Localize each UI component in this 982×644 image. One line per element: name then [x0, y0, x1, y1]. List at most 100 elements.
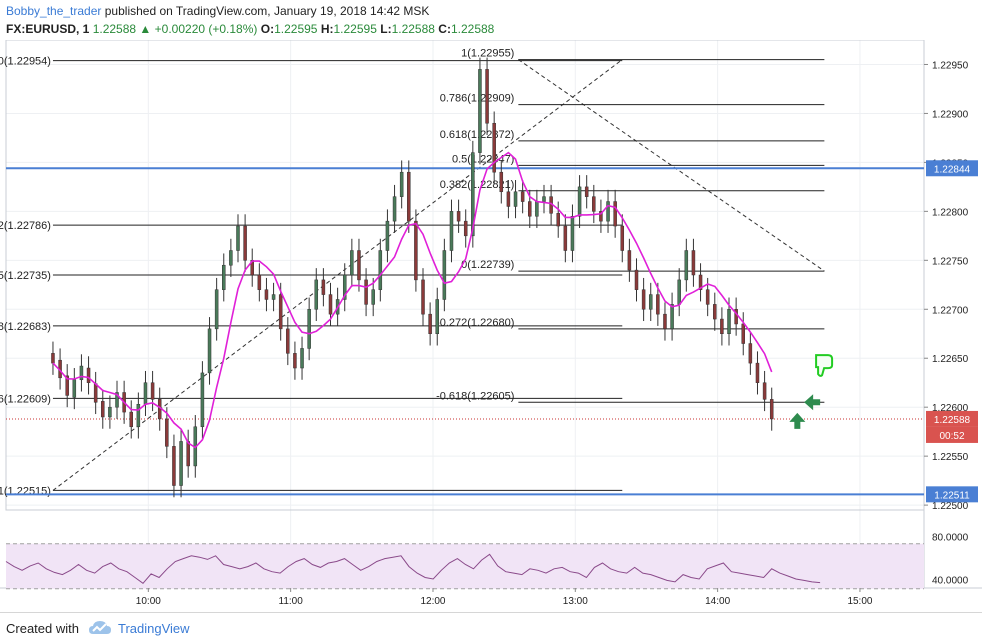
time-tick-label: 12:00 — [420, 596, 445, 607]
candle-body — [435, 299, 439, 334]
author-link[interactable]: Bobby_the_trader — [6, 4, 101, 18]
candle-body — [286, 328, 290, 354]
price-tick-label: 1.22550 — [932, 452, 969, 463]
time-tick-label: 15:00 — [847, 596, 872, 607]
symbol-label[interactable]: FX:EURUSD, 1 — [6, 22, 89, 36]
candle-body — [414, 220, 418, 281]
arrow-up-icon — [789, 412, 806, 429]
candle-body — [691, 250, 696, 276]
candle-body — [278, 294, 283, 330]
candle-body — [478, 69, 482, 153]
candle-body — [186, 441, 190, 467]
candle-body — [577, 186, 582, 217]
candle-body — [407, 171, 411, 222]
candle-body — [748, 343, 753, 364]
candle-body — [648, 294, 653, 310]
candle-body — [727, 309, 731, 335]
publish-text: published on TradingView.com, January 19… — [104, 4, 430, 18]
candle-body — [684, 250, 689, 281]
candle-body — [321, 279, 326, 295]
fib-label-right: 0.786(1.22909) — [440, 93, 515, 105]
fib-label-right: -0.272(1.22680) — [436, 317, 514, 329]
price-tick-label: 1.22500 — [932, 501, 969, 512]
price-tick-label: 1.22700 — [932, 305, 969, 316]
time-tick-label: 13:00 — [563, 596, 588, 607]
candle-body — [535, 201, 539, 217]
rsi-tick-label: 40.0000 — [932, 576, 969, 587]
open-value: 1.22595 — [274, 22, 318, 36]
candle-body — [207, 328, 212, 374]
candle-body — [101, 401, 105, 418]
price-tag-label: 00:52 — [939, 431, 964, 442]
candle-body — [172, 446, 176, 486]
candle-body — [150, 382, 155, 400]
time-tick-label: 11:00 — [279, 596, 304, 607]
candle-body — [229, 250, 233, 266]
candle-body — [769, 399, 774, 420]
candle-body — [72, 379, 77, 398]
candle-body — [620, 225, 625, 251]
candle-body — [243, 225, 247, 261]
fib-label-left: 382(1.22786) — [0, 220, 51, 232]
candle-body — [641, 289, 646, 310]
candle-body — [613, 201, 617, 227]
last-price: 1.22588 — [92, 22, 137, 36]
fib-label-left: 786(1.22609) — [0, 393, 51, 405]
rsi-tick-label: 80.0000 — [932, 533, 969, 544]
time-tick-label: 14:00 — [705, 596, 730, 607]
open-label: O: — [260, 22, 275, 36]
close-label: C: — [438, 22, 451, 36]
candle-body — [705, 289, 710, 305]
high-label: H: — [320, 22, 334, 36]
candle-body — [627, 250, 632, 271]
candle-body — [542, 196, 546, 202]
candle-body — [143, 382, 148, 405]
candle-body — [357, 250, 361, 281]
candle-body — [570, 216, 575, 251]
candle-body — [584, 186, 589, 197]
chart-header: Bobby_the_trader published on TradingVie… — [0, 0, 982, 40]
candle-body — [300, 348, 304, 369]
fib-label-right: 0.618(1.22872) — [440, 129, 515, 141]
price-tick-label: 1.22650 — [932, 354, 969, 365]
price-change: +0.00220 (+0.18%) — [154, 22, 258, 36]
fib-label-left: 1(1.22515) — [0, 485, 51, 497]
candle-body — [442, 250, 447, 300]
publish-info: Bobby_the_trader published on TradingVie… — [6, 4, 429, 18]
candle-body — [741, 323, 745, 344]
candle-body — [378, 250, 383, 290]
tradingview-brand[interactable]: TradingView — [118, 621, 190, 636]
footer-bar: Created with TradingView — [0, 612, 982, 644]
candle-body — [670, 304, 674, 330]
fib-label-left: 0(1.22954) — [0, 56, 51, 68]
candle-body — [656, 294, 660, 315]
tradingview-cloud-icon[interactable] — [88, 619, 112, 637]
candle-body — [463, 220, 468, 237]
candle-body — [556, 213, 560, 227]
candle-body — [720, 318, 724, 334]
candle-body — [755, 362, 760, 383]
candle-body — [492, 122, 496, 173]
candle-body — [421, 279, 425, 315]
price-chart[interactable]: 80.000040.00001.229501.229001.228501.228… — [0, 40, 982, 612]
candle-body — [108, 406, 112, 418]
candle-body — [520, 191, 525, 202]
candle-body — [513, 191, 518, 207]
candle-body — [165, 418, 169, 447]
candle-body — [51, 353, 55, 364]
candle-body — [528, 201, 532, 217]
arrow-left-icon — [804, 394, 821, 411]
candle-body — [713, 304, 717, 320]
thumbs-down-icon[interactable] — [815, 354, 834, 377]
fib-label-right: 1(1.22955) — [461, 48, 514, 60]
created-with-text: Created with — [6, 621, 79, 636]
candle-body — [485, 69, 489, 124]
close-value: 1.22588 — [450, 22, 495, 36]
candle-body — [506, 191, 511, 207]
price-tag-label: 1.22844 — [934, 164, 971, 175]
candle-body — [271, 294, 276, 300]
candle-body — [350, 250, 354, 276]
candle-body — [499, 171, 504, 193]
candle-body — [677, 279, 681, 305]
candle-body — [371, 289, 375, 305]
